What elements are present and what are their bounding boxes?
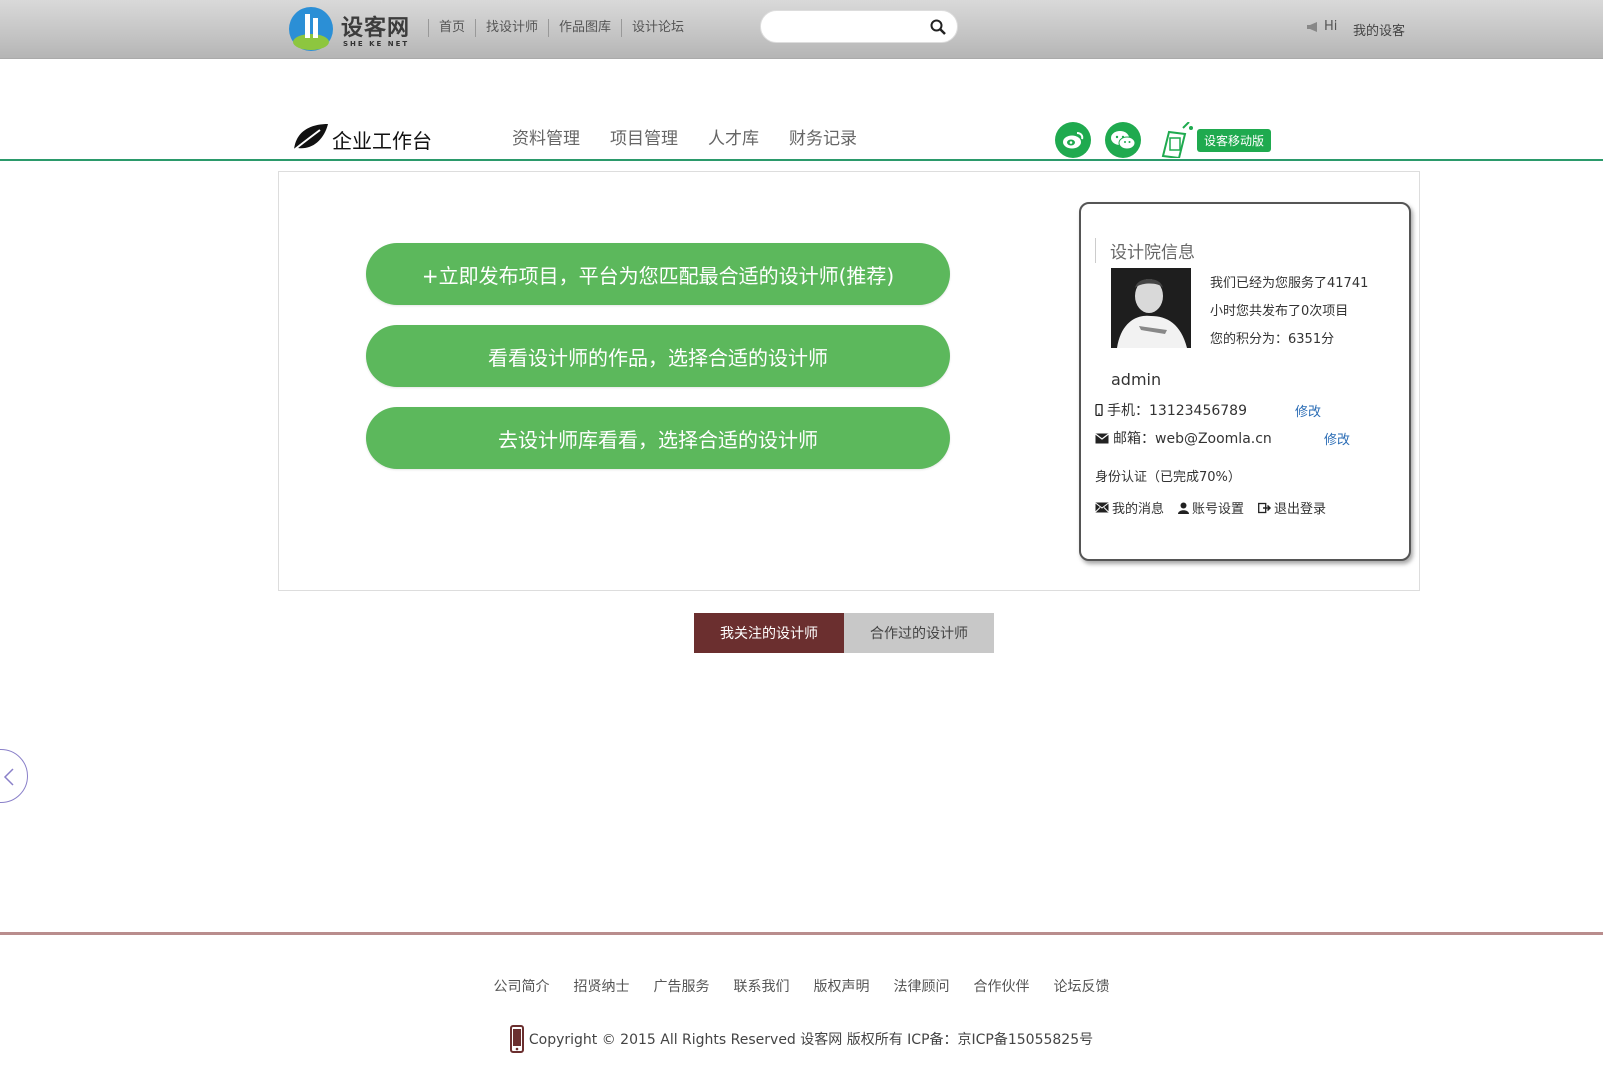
footer-link-feedback[interactable]: 论坛反馈 [1054, 976, 1110, 996]
user-icon [1178, 502, 1190, 514]
workspace-nav: 资料管理 项目管理 人才库 财务记录 [512, 124, 857, 149]
footer-link-contact[interactable]: 联系我们 [734, 976, 790, 996]
footer-links: 公司简介 招贤纳士 广告服务 联系我们 版权声明 法律顾问 合作伙伴 论坛反馈 [0, 976, 1603, 996]
logo-text: 设客网 [341, 16, 411, 41]
megaphone-icon [1307, 21, 1317, 32]
site-logo[interactable]: 设客网 SHE KE NET [288, 6, 423, 52]
mail-icon [1095, 502, 1109, 513]
footer-link-legal[interactable]: 法律顾问 [894, 976, 950, 996]
tab-finance-records[interactable]: 财务记录 [789, 124, 857, 149]
weibo-icon[interactable] [1055, 122, 1091, 158]
logout-button[interactable]: 退出登录 [1258, 498, 1326, 517]
mobile-version-label: 设客移动版 [1197, 128, 1272, 152]
info-card-title: 设计院信息 [1095, 238, 1195, 263]
scroll-left-button[interactable] [0, 749, 28, 803]
username: admin [1111, 370, 1162, 389]
nav-home[interactable]: 首页 [428, 19, 475, 37]
logo-subtext: SHE KE NET [343, 40, 410, 48]
logout-icon [1258, 502, 1272, 513]
mobile-phone-icon [1161, 122, 1193, 158]
account-actions: 我的消息 账号设置 退出登录 [1095, 498, 1326, 517]
browse-works-button[interactable]: 看看设计师的作品，选择合适的设计师 [366, 325, 950, 387]
footer-link-careers[interactable]: 招贤纳士 [574, 976, 630, 996]
phone-icon [509, 1025, 524, 1053]
greeting: Hi [1306, 19, 1337, 34]
workspace-header: 企业工作台 资料管理 项目管理 人才库 财务记录 设客移动版 [0, 100, 1603, 161]
publish-project-button[interactable]: +立即发布项目，平台为您匹配最合适的设计师(推荐) [366, 243, 950, 305]
designer-tabs: 我关注的设计师 合作过的设计师 [694, 613, 994, 653]
logout-label: 退出登录 [1274, 502, 1327, 517]
nav-gallery[interactable]: 作品图库 [548, 19, 621, 37]
footer-link-about[interactable]: 公司简介 [494, 976, 550, 996]
verification-status: 身份认证（已完成70%） [1095, 470, 1241, 485]
email-row: 邮箱：web@Zoomla.cn [1095, 428, 1272, 448]
workspace-title-text: 企业工作台 [332, 129, 432, 153]
service-stats: 我们已经为您服务了41741 小时您共发布了0次项目 您的积分为：6351分 [1210, 270, 1368, 354]
my-sheke-link[interactable]: 我的设客 [1353, 20, 1405, 39]
tab-talent-pool[interactable]: 人才库 [708, 124, 759, 149]
tab-cooperated-designers[interactable]: 合作过的设计师 [844, 613, 994, 653]
workspace-title: 企业工作台 [290, 120, 432, 154]
edit-phone-link[interactable]: 修改 [1295, 401, 1321, 420]
footer-link-advertising[interactable]: 广告服务 [654, 976, 710, 996]
footer-link-partners[interactable]: 合作伙伴 [974, 976, 1030, 996]
account-settings-button[interactable]: 账号设置 [1178, 498, 1244, 517]
hi-label: Hi [1324, 19, 1338, 34]
stats-points: 您的积分为：6351分 [1210, 332, 1335, 347]
footer-divider [0, 932, 1603, 935]
search-box [760, 10, 958, 43]
copyright: Copyright © 2015 All Rights Reserved 设客网… [0, 1025, 1603, 1053]
logo-mark-icon [289, 7, 333, 51]
wechat-icon[interactable] [1105, 122, 1141, 158]
search-icon[interactable] [929, 18, 947, 36]
stats-hours: 我们已经为您服务了41741 [1210, 276, 1369, 291]
mobile-icon [1095, 404, 1103, 416]
institute-info-card: 设计院信息 我们已经为您服务了41741 小时您共发布了0次项目 您的积分为：6… [1079, 202, 1411, 561]
my-messages-button[interactable]: 我的消息 [1095, 498, 1164, 517]
main-panel: +立即发布项目，平台为您匹配最合适的设计师(推荐) 看看设计师的作品，选择合适的… [278, 171, 1420, 591]
envelope-icon [1095, 433, 1109, 443]
email-text: 邮箱：web@Zoomla.cn [1113, 431, 1272, 447]
edit-email-link[interactable]: 修改 [1324, 429, 1350, 448]
phone-row: 手机：13123456789 [1095, 400, 1247, 420]
phone-text: 手机：13123456789 [1107, 403, 1247, 419]
mobile-version-link[interactable]: 设客移动版 [1155, 122, 1272, 158]
top-bar: 设客网 SHE KE NET 首页 找设计师 作品图库 设计论坛 Hi 我的设客 [0, 0, 1603, 59]
avatar [1111, 268, 1191, 348]
search-input[interactable] [775, 17, 925, 37]
tab-project-management[interactable]: 项目管理 [610, 124, 678, 149]
nav-find-designer[interactable]: 找设计师 [475, 19, 548, 37]
browse-designer-library-button[interactable]: 去设计师库看看，选择合适的设计师 [366, 407, 950, 469]
my-messages-label: 我的消息 [1112, 502, 1165, 517]
top-nav: 首页 找设计师 作品图库 设计论坛 [428, 19, 694, 37]
tab-followed-designers[interactable]: 我关注的设计师 [694, 613, 844, 653]
account-settings-label: 账号设置 [1192, 502, 1245, 517]
tab-profile-management[interactable]: 资料管理 [512, 124, 580, 149]
leaf-icon [293, 124, 328, 151]
stats-projects: 小时您共发布了0次项目 [1210, 304, 1349, 319]
footer-link-copyright[interactable]: 版权声明 [814, 976, 870, 996]
copyright-text: Copyright © 2015 All Rights Reserved 设客网… [528, 1032, 1094, 1048]
chevron-left-icon [3, 768, 14, 786]
nav-forum[interactable]: 设计论坛 [621, 19, 694, 37]
